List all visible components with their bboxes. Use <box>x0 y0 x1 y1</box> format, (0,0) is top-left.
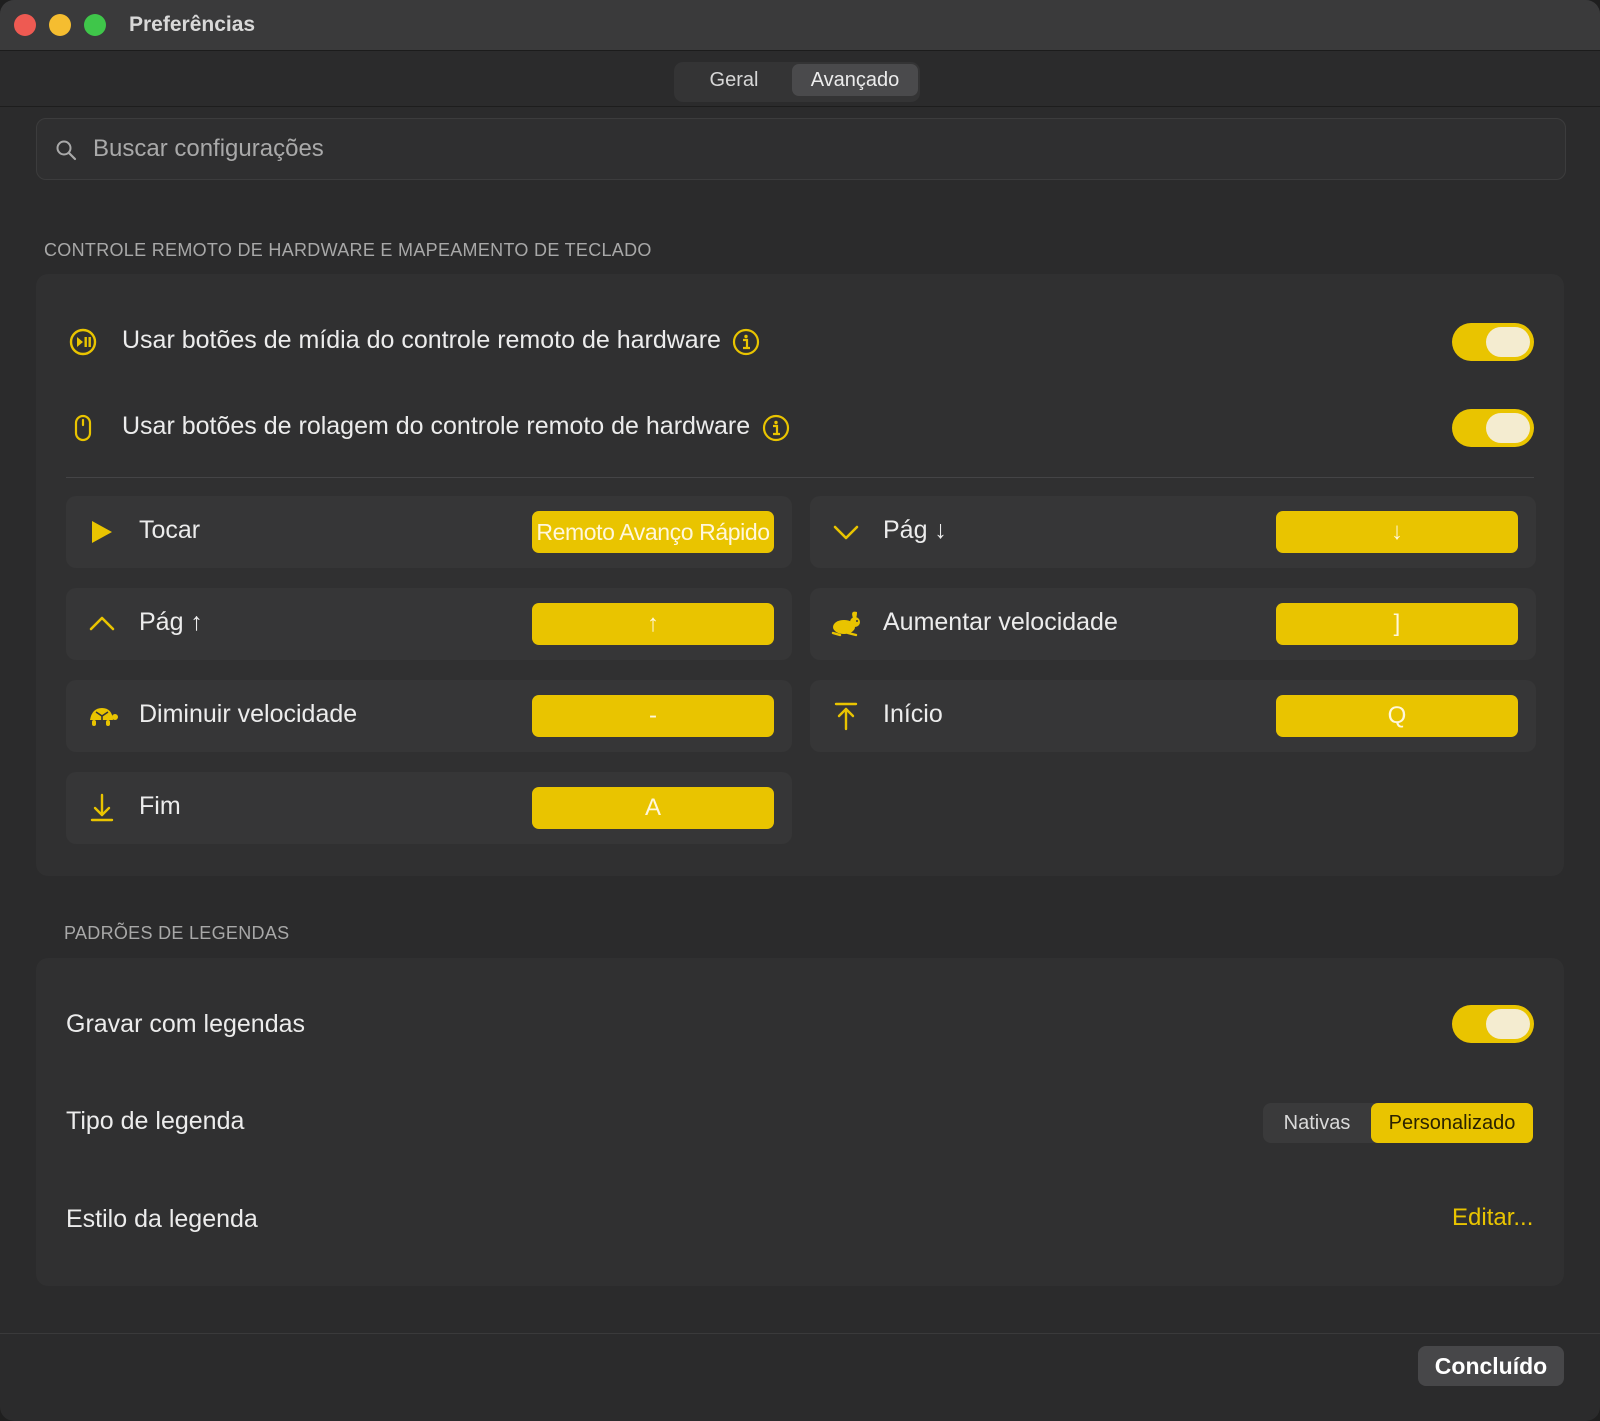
option-media-buttons: Usar botões de mídia do controle remoto … <box>36 312 1564 372</box>
mapping-end: Fim A <box>66 772 792 844</box>
info-icon[interactable] <box>732 328 760 356</box>
segment-native[interactable]: Nativas <box>1263 1103 1371 1143</box>
chevron-up-icon <box>89 616 115 631</box>
toggle-knob <box>1486 1009 1530 1039</box>
minimize-button[interactable] <box>49 14 71 36</box>
tab-avancado[interactable]: Avançado <box>792 64 918 96</box>
mapping-label: Diminuir velocidade <box>139 700 358 728</box>
close-button[interactable] <box>14 14 36 36</box>
mapping-page-up: Pág ↑ ↑ <box>66 588 792 660</box>
toggle-knob <box>1486 413 1530 443</box>
hardware-panel: Usar botões de mídia do controle remoto … <box>36 274 1564 876</box>
segment-custom[interactable]: Personalizado <box>1371 1103 1533 1143</box>
preferences-window: Preferências Geral Avançado CONTROLE REM… <box>0 0 1600 1421</box>
mapping-label: Início <box>883 700 943 728</box>
zoom-button[interactable] <box>84 14 106 36</box>
captions-section-title: PADRÕES DE LEGENDAS <box>64 923 290 943</box>
shortcut-button[interactable]: ↑ <box>532 603 774 645</box>
play-icon <box>92 521 112 543</box>
mapping-label: Pág ↓ <box>883 516 947 544</box>
mapping-label: Tocar <box>139 516 201 544</box>
mapping-label: Aumentar velocidade <box>883 608 1118 636</box>
option-scroll-label: Usar botões de rolagem do controle remot… <box>122 412 751 440</box>
shortcut-button[interactable]: - <box>532 695 774 737</box>
mapping-home: Início Q <box>810 680 1536 752</box>
option-scroll-buttons: Usar botões de rolagem do controle remot… <box>36 398 1564 458</box>
shortcut-button[interactable]: Q <box>1276 695 1518 737</box>
mapping-speed-up: Aumentar velocidade ] <box>810 588 1536 660</box>
mapping-label: Pág ↑ <box>139 608 203 636</box>
tab-bar: Geral Avançado <box>674 62 920 102</box>
media-remote-icon <box>69 328 97 356</box>
rabbit-icon <box>831 611 860 637</box>
scroll-buttons-toggle[interactable] <box>1452 409 1534 447</box>
media-buttons-toggle[interactable] <box>1452 323 1534 361</box>
caption-type-label: Tipo de legenda <box>66 1107 245 1135</box>
shortcut-button[interactable]: Remoto Avanço Rápido <box>532 511 774 553</box>
caption-type-segmented-control: Nativas Personalizado <box>1263 1103 1533 1143</box>
caption-style-label: Estilo da legenda <box>66 1205 258 1233</box>
mapping-slow-down: Diminuir velocidade - <box>66 680 792 752</box>
option-media-label: Usar botões de mídia do controle remoto … <box>122 326 721 354</box>
edit-caption-style-link[interactable]: Editar... <box>1452 1204 1533 1232</box>
record-captions-label: Gravar com legendas <box>66 1010 306 1038</box>
search-icon <box>56 140 77 161</box>
window-title: Preferências <box>129 13 256 36</box>
section-divider <box>66 477 1534 478</box>
tab-geral[interactable]: Geral <box>676 64 792 96</box>
hardware-section-title: CONTROLE REMOTO DE HARDWARE E MAPEAMENTO… <box>44 240 652 260</box>
title-bar: Preferências <box>0 0 1600 51</box>
footer-divider <box>0 1333 1600 1334</box>
tab-divider <box>0 106 1600 107</box>
record-captions-toggle[interactable] <box>1452 1005 1534 1043</box>
chevron-down-icon <box>833 525 859 540</box>
shortcut-button[interactable]: A <box>532 787 774 829</box>
toggle-knob <box>1486 327 1530 357</box>
arrow-to-bottom-icon <box>90 793 114 822</box>
search-input[interactable] <box>91 129 1545 169</box>
done-button[interactable]: Concluído <box>1418 1346 1564 1386</box>
mapping-page-down: Pág ↓ ↓ <box>810 496 1536 568</box>
mouse-icon <box>74 414 92 442</box>
mapping-label: Fim <box>139 792 181 820</box>
search-field[interactable] <box>36 118 1566 180</box>
shortcut-button[interactable]: ] <box>1276 603 1518 645</box>
turtle-icon <box>90 708 118 726</box>
arrow-to-top-icon <box>834 702 858 731</box>
mapping-play: Tocar Remoto Avanço Rápido <box>66 496 792 568</box>
shortcut-button[interactable]: ↓ <box>1276 511 1518 553</box>
info-icon[interactable] <box>762 414 790 442</box>
